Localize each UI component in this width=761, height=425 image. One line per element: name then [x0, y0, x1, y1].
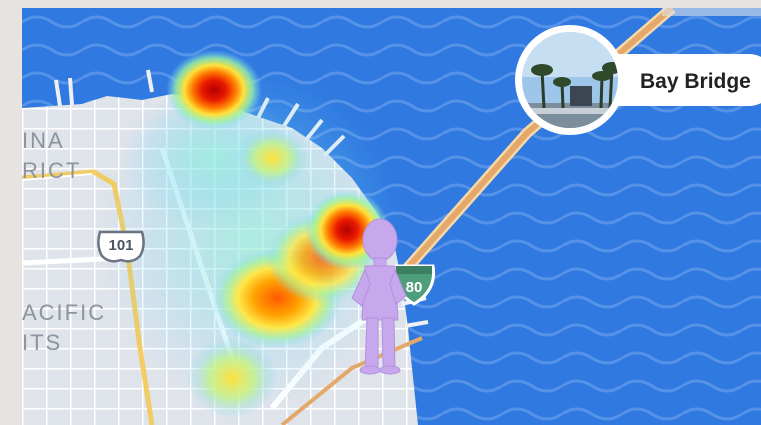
district-label-pacific-1: ACIFIC: [22, 300, 106, 325]
district-label-pacific-2: ITS: [22, 330, 62, 355]
i-80-label: 80: [406, 279, 423, 296]
district-label-marina-1: INA: [22, 128, 65, 153]
map-top-fade: [662, 8, 761, 16]
place-label: Bay Bridge: [640, 70, 751, 93]
us-101-label: 101: [108, 237, 133, 254]
map-view[interactable]: INA RICT ACIFIC ITS 101 80 Bay Bridge: [22, 8, 761, 425]
heatmap-hotspot-wharf: [166, 50, 262, 130]
district-label-marina-2: RICT: [22, 158, 81, 183]
us-101-shield: 101: [97, 230, 145, 263]
